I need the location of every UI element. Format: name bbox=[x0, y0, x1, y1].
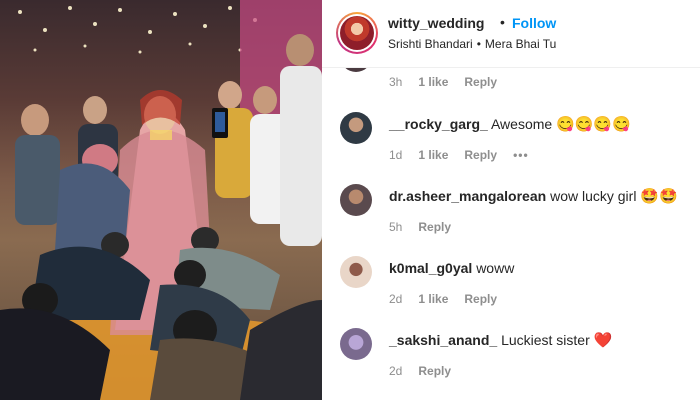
post-username[interactable]: witty_wedding bbox=[388, 15, 484, 31]
comments-panel: witty_wedding • Follow Srishti Bhandari •… bbox=[322, 0, 700, 400]
reply-button[interactable]: Reply bbox=[418, 220, 451, 234]
comment-time[interactable]: 1d bbox=[389, 148, 402, 162]
audio-separator: • bbox=[476, 37, 481, 51]
comment-time[interactable]: 2d bbox=[389, 292, 402, 306]
reply-button[interactable]: Reply bbox=[464, 148, 497, 162]
post-header: witty_wedding • Follow Srishti Bhandari •… bbox=[322, 0, 700, 68]
comment-time[interactable]: 3h bbox=[389, 75, 402, 89]
comment-text: k0mal_g0yal woww bbox=[389, 259, 514, 277]
comment-meta: 2d Reply bbox=[389, 364, 451, 378]
commenter-avatar[interactable] bbox=[340, 328, 372, 360]
profile-avatar[interactable] bbox=[336, 12, 378, 54]
reply-button[interactable]: Reply bbox=[464, 75, 497, 89]
comment-emoji: 🤩🤩 bbox=[640, 188, 678, 205]
heart-emoji: ❤️ bbox=[593, 332, 613, 349]
comment-body: wow lucky girl bbox=[550, 188, 637, 204]
wedding-video-frame bbox=[0, 0, 322, 400]
reply-button[interactable]: Reply bbox=[464, 292, 497, 306]
comment-emoji: 😋😋😋😋 bbox=[556, 116, 631, 133]
comment-likes[interactable]: 1 like bbox=[418, 292, 448, 306]
comment-body: woww bbox=[476, 260, 515, 276]
avatar-image bbox=[340, 16, 374, 50]
audio-info[interactable]: Srishti Bhandari • Mera Bhai Tu bbox=[388, 37, 556, 51]
comment-time[interactable]: 5h bbox=[389, 220, 402, 234]
commenter-avatar[interactable] bbox=[340, 184, 372, 216]
audio-artist[interactable]: Srishti Bhandari bbox=[388, 37, 473, 51]
separator-dot: • bbox=[500, 14, 505, 30]
commenter-avatar[interactable] bbox=[340, 256, 372, 288]
comment-time[interactable]: 2d bbox=[389, 364, 402, 378]
comment-text: dr.asheer_mangalorean wow lucky girl 🤩🤩 bbox=[389, 187, 678, 206]
commenter-username[interactable]: _sakshi_anand_ bbox=[389, 332, 497, 348]
previous-comment-meta: 3h 1 like Reply bbox=[389, 75, 497, 89]
commenter-avatar[interactable] bbox=[340, 112, 372, 144]
commenter-username[interactable]: __rocky_garg_ bbox=[389, 116, 488, 132]
comment-meta: 5h Reply bbox=[389, 220, 451, 234]
comment-text: _sakshi_anand_ Luckiest sister ❤️ bbox=[389, 331, 612, 350]
reply-button[interactable]: Reply bbox=[418, 364, 451, 378]
commenter-username[interactable]: dr.asheer_mangalorean bbox=[389, 188, 546, 204]
commenter-username[interactable]: k0mal_g0yal bbox=[389, 260, 472, 276]
comment-meta: 1d 1 like Reply ••• bbox=[389, 148, 529, 162]
comment-likes[interactable]: 1 like bbox=[418, 75, 448, 89]
comment-body: Luckiest sister bbox=[501, 332, 590, 348]
comment-meta: 2d 1 like Reply bbox=[389, 292, 497, 306]
comment-likes[interactable]: 1 like bbox=[418, 148, 448, 162]
comment-body: Awesome bbox=[490, 116, 553, 132]
audio-title[interactable]: Mera Bhai Tu bbox=[485, 37, 556, 51]
follow-button[interactable]: Follow bbox=[512, 15, 556, 31]
video-player[interactable] bbox=[0, 0, 322, 400]
comment-text: __rocky_garg_ Awesome 😋😋😋😋 bbox=[389, 115, 631, 134]
more-options-icon[interactable]: ••• bbox=[513, 148, 529, 162]
